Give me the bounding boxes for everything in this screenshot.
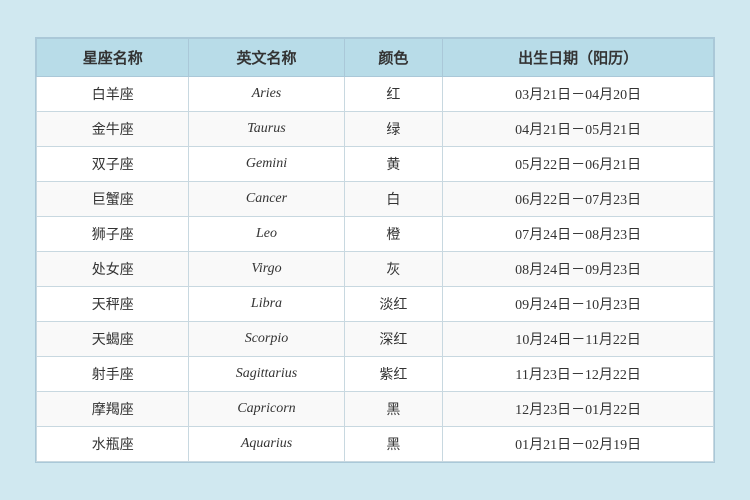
cell-dates: 08月24日－09月23日 [443,252,714,287]
table-row: 白羊座Aries红03月21日－04月20日 [37,77,714,112]
table-row: 水瓶座Aquarius黑01月21日－02月19日 [37,427,714,462]
cell-chinese-name: 射手座 [37,357,189,392]
cell-english-name: Scorpio [189,322,344,357]
cell-dates: 09月24日－10月23日 [443,287,714,322]
cell-dates: 10月24日－11月22日 [443,322,714,357]
table-row: 摩羯座Capricorn黑12月23日－01月22日 [37,392,714,427]
table-row: 金牛座Taurus绿04月21日－05月21日 [37,112,714,147]
table-row: 处女座Virgo灰08月24日－09月23日 [37,252,714,287]
cell-color: 紫红 [344,357,443,392]
cell-color: 橙 [344,217,443,252]
cell-dates: 01月21日－02月19日 [443,427,714,462]
cell-dates: 06月22日－07月23日 [443,182,714,217]
cell-english-name: Cancer [189,182,344,217]
table-header-row: 星座名称 英文名称 颜色 出生日期（阳历） [37,39,714,77]
cell-color: 淡红 [344,287,443,322]
cell-color: 绿 [344,112,443,147]
cell-dates: 11月23日－12月22日 [443,357,714,392]
table-row: 射手座Sagittarius紫红11月23日－12月22日 [37,357,714,392]
cell-chinese-name: 摩羯座 [37,392,189,427]
zodiac-table-container: 星座名称 英文名称 颜色 出生日期（阳历） 白羊座Aries红03月21日－04… [35,37,715,463]
cell-english-name: Gemini [189,147,344,182]
cell-dates: 05月22日－06月21日 [443,147,714,182]
cell-color: 黄 [344,147,443,182]
table-row: 巨蟹座Cancer白06月22日－07月23日 [37,182,714,217]
cell-chinese-name: 巨蟹座 [37,182,189,217]
cell-color: 灰 [344,252,443,287]
cell-dates: 04月21日－05月21日 [443,112,714,147]
table-row: 天秤座Libra淡红09月24日－10月23日 [37,287,714,322]
cell-chinese-name: 水瓶座 [37,427,189,462]
cell-dates: 12月23日－01月22日 [443,392,714,427]
cell-chinese-name: 双子座 [37,147,189,182]
cell-chinese-name: 金牛座 [37,112,189,147]
cell-english-name: Capricorn [189,392,344,427]
cell-chinese-name: 天蝎座 [37,322,189,357]
cell-color: 白 [344,182,443,217]
header-dates: 出生日期（阳历） [443,39,714,77]
cell-english-name: Taurus [189,112,344,147]
cell-color: 黑 [344,427,443,462]
cell-chinese-name: 处女座 [37,252,189,287]
table-row: 天蝎座Scorpio深红10月24日－11月22日 [37,322,714,357]
header-chinese-name: 星座名称 [37,39,189,77]
cell-color: 红 [344,77,443,112]
cell-english-name: Libra [189,287,344,322]
cell-chinese-name: 白羊座 [37,77,189,112]
cell-chinese-name: 天秤座 [37,287,189,322]
table-row: 狮子座Leo橙07月24日－08月23日 [37,217,714,252]
cell-color: 黑 [344,392,443,427]
header-english-name: 英文名称 [189,39,344,77]
zodiac-table: 星座名称 英文名称 颜色 出生日期（阳历） 白羊座Aries红03月21日－04… [36,38,714,462]
cell-english-name: Virgo [189,252,344,287]
cell-color: 深红 [344,322,443,357]
cell-dates: 07月24日－08月23日 [443,217,714,252]
table-row: 双子座Gemini黄05月22日－06月21日 [37,147,714,182]
header-color: 颜色 [344,39,443,77]
cell-dates: 03月21日－04月20日 [443,77,714,112]
cell-english-name: Sagittarius [189,357,344,392]
cell-english-name: Aquarius [189,427,344,462]
cell-chinese-name: 狮子座 [37,217,189,252]
table-body: 白羊座Aries红03月21日－04月20日金牛座Taurus绿04月21日－0… [37,77,714,462]
cell-english-name: Aries [189,77,344,112]
cell-english-name: Leo [189,217,344,252]
